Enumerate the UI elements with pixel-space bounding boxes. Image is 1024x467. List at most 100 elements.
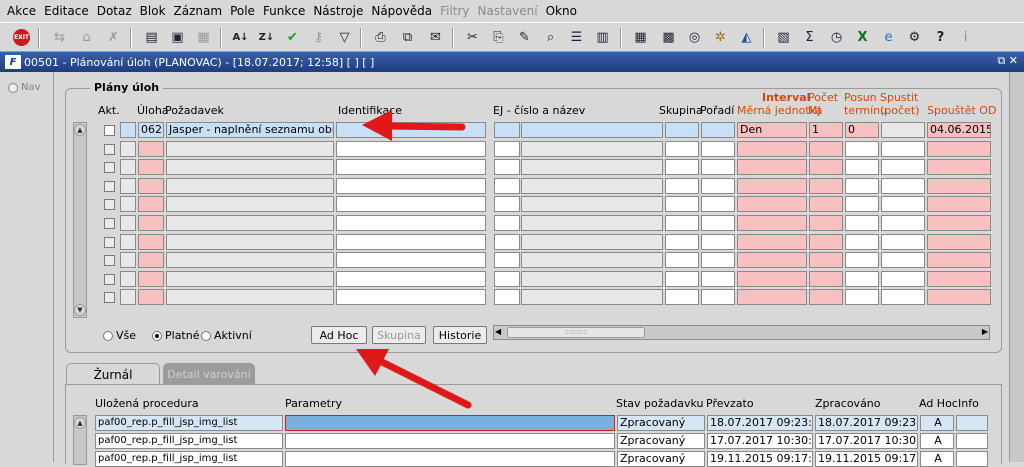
menu-item[interactable]: Filtry bbox=[440, 4, 469, 18]
skupina-button[interactable]: Skupina bbox=[372, 326, 426, 344]
skupina-field[interactable] bbox=[665, 196, 699, 212]
uloha-field[interactable] bbox=[138, 234, 164, 250]
menu-item[interactable]: Nástroje bbox=[313, 4, 363, 18]
journal-procedura-field[interactable]: paf00_rep.p_fill_jsp_img_list bbox=[95, 451, 283, 467]
skupina-field[interactable] bbox=[665, 271, 699, 287]
pozadavek-field[interactable] bbox=[166, 141, 334, 157]
skupina-field[interactable] bbox=[665, 178, 699, 194]
uloha-field[interactable]: 062 bbox=[138, 122, 164, 138]
journal-info-field[interactable] bbox=[956, 451, 988, 467]
report-icon[interactable]: ▧ bbox=[773, 27, 794, 48]
calendar-icon[interactable]: ▦ bbox=[630, 27, 651, 48]
ej-number-field[interactable] bbox=[494, 215, 520, 231]
rollback-icon[interactable]: ▦ bbox=[193, 27, 214, 48]
journal-prevzato-field[interactable]: 17.07.2017 10:30:08 bbox=[707, 433, 813, 449]
row-marker[interactable] bbox=[120, 289, 136, 305]
filter-all-radio[interactable]: Vše bbox=[103, 329, 136, 342]
posun-field[interactable] bbox=[845, 178, 879, 194]
uloha-field[interactable] bbox=[138, 178, 164, 194]
skupina-field[interactable] bbox=[665, 159, 699, 175]
row-marker[interactable] bbox=[120, 196, 136, 212]
plans-horizontal-scrollbar[interactable]: ◀ :::::::::: ▶ bbox=[493, 325, 990, 340]
identifikace-field[interactable] bbox=[336, 159, 486, 175]
poradi-field[interactable] bbox=[701, 141, 735, 157]
spoustet-field[interactable] bbox=[927, 178, 991, 194]
journal-stav-field[interactable]: Zpracovaný bbox=[617, 415, 705, 431]
spustit-field[interactable] bbox=[881, 289, 925, 305]
spustit-field[interactable] bbox=[881, 215, 925, 231]
duplicate-record-icon[interactable]: ⌂ bbox=[76, 27, 97, 48]
journal-zpracovano-field[interactable]: 19.11.2015 09:17:53 bbox=[815, 451, 918, 467]
ej-number-field[interactable] bbox=[494, 271, 520, 287]
gear-icon[interactable]: ✲ bbox=[710, 27, 731, 48]
identifikace-field[interactable] bbox=[336, 122, 486, 138]
row-marker[interactable] bbox=[120, 178, 136, 194]
paste-icon[interactable]: ⎘ bbox=[488, 27, 509, 48]
menu-item[interactable]: Blok bbox=[140, 4, 166, 18]
uloha-field[interactable] bbox=[138, 159, 164, 175]
uloha-field[interactable] bbox=[138, 215, 164, 231]
skupina-field[interactable] bbox=[665, 215, 699, 231]
pocet-field[interactable] bbox=[809, 289, 843, 305]
exit-icon[interactable]: EXIT bbox=[13, 29, 30, 46]
calculator-icon[interactable]: ▩ bbox=[658, 27, 679, 48]
posun-field[interactable] bbox=[845, 289, 879, 305]
pozadavek-field[interactable]: Jasper - naplnění seznamu obrázk bbox=[166, 122, 334, 138]
akt-checkbox[interactable] bbox=[104, 218, 115, 229]
akt-checkbox[interactable] bbox=[104, 199, 115, 210]
menu-item[interactable]: Akce bbox=[7, 4, 36, 18]
ej-name-field[interactable] bbox=[521, 289, 663, 305]
spoustet-field[interactable] bbox=[927, 196, 991, 212]
journal-parametry-field[interactable] bbox=[285, 433, 615, 449]
scroll-up-icon[interactable]: ▲ bbox=[74, 124, 86, 136]
uloha-field[interactable] bbox=[138, 196, 164, 212]
journal-procedura-field[interactable]: paf00_rep.p_fill_jsp_img_list bbox=[95, 433, 283, 449]
ej-number-field[interactable] bbox=[494, 289, 520, 305]
ej-number-field[interactable] bbox=[494, 252, 520, 268]
identifikace-field[interactable] bbox=[336, 196, 486, 212]
scroll-left-icon[interactable]: ◀ bbox=[495, 327, 501, 336]
posun-field[interactable] bbox=[845, 196, 879, 212]
ej-number-field[interactable] bbox=[494, 141, 520, 157]
journal-procedura-field[interactable]: paf00_rep.p_fill_jsp_img_list bbox=[95, 415, 283, 431]
columns-icon[interactable]: ▥ bbox=[592, 27, 613, 48]
merna-field[interactable] bbox=[737, 141, 807, 157]
posun-field[interactable] bbox=[845, 252, 879, 268]
cut-icon[interactable]: ✂ bbox=[462, 27, 483, 48]
journal-stav-field[interactable]: Zpracovaný bbox=[617, 451, 705, 467]
journal-parametry-field[interactable] bbox=[285, 451, 615, 467]
pocet-field[interactable] bbox=[809, 234, 843, 250]
spoustet-field[interactable] bbox=[927, 289, 991, 305]
identifikace-field[interactable] bbox=[336, 141, 486, 157]
ej-number-field[interactable] bbox=[494, 122, 520, 138]
spoustet-field[interactable] bbox=[927, 252, 991, 268]
akt-checkbox[interactable] bbox=[104, 144, 115, 155]
spustit-field[interactable] bbox=[881, 141, 925, 157]
spustit-field[interactable] bbox=[881, 234, 925, 250]
browser-icon[interactable]: e bbox=[878, 27, 899, 48]
excel-icon[interactable]: X bbox=[852, 27, 873, 48]
historie-button[interactable]: Historie bbox=[433, 326, 487, 344]
form-scrollbar[interactable] bbox=[1009, 72, 1024, 462]
spoustet-field[interactable] bbox=[927, 271, 991, 287]
row-marker[interactable] bbox=[120, 215, 136, 231]
row-marker[interactable] bbox=[120, 159, 136, 175]
uloha-field[interactable] bbox=[138, 271, 164, 287]
pocet-field[interactable] bbox=[809, 271, 843, 287]
spoustet-field[interactable]: 04.06.2015 0 bbox=[927, 122, 991, 138]
row-marker[interactable] bbox=[120, 271, 136, 287]
pocet-field[interactable] bbox=[809, 215, 843, 231]
uloha-field[interactable] bbox=[138, 289, 164, 305]
window-controls[interactable]: ⧉ ✕ bbox=[997, 54, 1018, 68]
akt-checkbox[interactable] bbox=[104, 255, 115, 266]
menu-item[interactable]: Nastavení bbox=[478, 4, 538, 18]
ej-name-field[interactable] bbox=[521, 215, 663, 231]
identifikace-field[interactable] bbox=[336, 271, 486, 287]
row-marker[interactable] bbox=[120, 122, 136, 138]
identifikace-field[interactable] bbox=[336, 215, 486, 231]
ej-name-field[interactable] bbox=[521, 252, 663, 268]
pozadavek-field[interactable] bbox=[166, 159, 334, 175]
search-icon[interactable]: ⌕ bbox=[540, 27, 561, 48]
pocet-field[interactable] bbox=[809, 178, 843, 194]
ej-name-field[interactable] bbox=[521, 196, 663, 212]
